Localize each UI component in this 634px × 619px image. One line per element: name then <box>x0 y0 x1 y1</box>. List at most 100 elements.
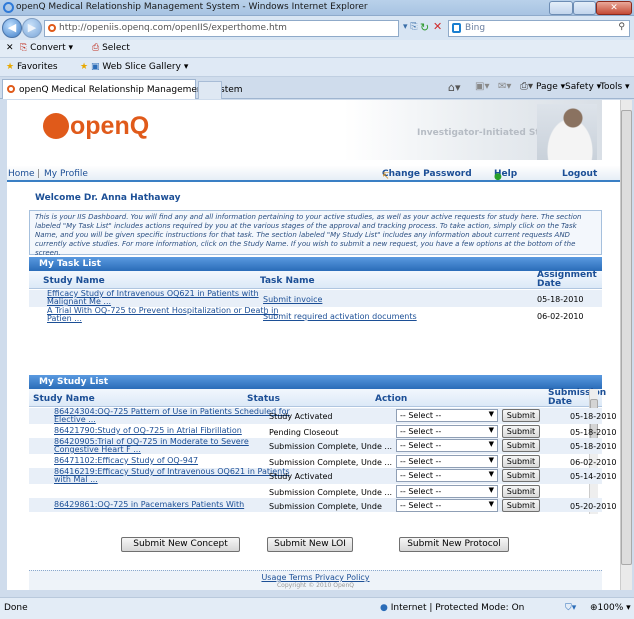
window-titlebar: openQ Medical Relationship Management Sy… <box>0 0 634 16</box>
favorites-label: Favorites <box>16 62 58 72</box>
action-submit-button[interactable]: Submit <box>502 455 540 468</box>
new-tab-button[interactable] <box>198 81 222 99</box>
feeds-icon[interactable]: ▣▾ <box>475 81 489 92</box>
study-link[interactable]: 86416219:Efficacy Study of Intravenous O… <box>54 468 290 484</box>
task-study-link[interactable]: A Trial With OQ-725 to Prevent Hospitali… <box>47 307 278 323</box>
study-l2: Elective ... <box>54 415 96 424</box>
select-button[interactable]: ⎙ Select <box>92 43 130 53</box>
task-row: Efficacy Study of Intravenous OQ621 in P… <box>29 290 602 307</box>
task-list-columns: Study Name Task Name Assignment Date <box>29 271 602 289</box>
study-link[interactable]: 86421790:Study of OQ-725 in Atrial Fibri… <box>54 427 242 435</box>
openq-logo[interactable]: openQ <box>43 112 149 141</box>
study-row: 86421790:Study of OQ-725 in Atrial Fibri… <box>29 424 617 438</box>
action-select[interactable]: -- Select -- ▼ <box>396 469 498 482</box>
action-submit-button[interactable]: Submit <box>502 499 540 512</box>
print-icon[interactable]: ⎙▾ <box>520 81 533 92</box>
change-password-label: Change Password <box>382 169 472 179</box>
action-select-label: -- Select -- <box>400 487 442 496</box>
study-link[interactable]: 86429861:OQ-725 in Pacemakers Patients W… <box>54 501 244 509</box>
favorites-button[interactable]: ★ Favorites <box>6 62 58 72</box>
nav-profile[interactable]: My Profile <box>44 169 88 179</box>
action-select[interactable]: -- Select -- ▼ <box>396 409 498 422</box>
close-button[interactable]: ✕ <box>596 1 632 15</box>
web-slice-icon: ▣ <box>90 62 100 72</box>
submit-new-concept-button[interactable]: Submit New Concept <box>121 537 240 552</box>
study-link[interactable]: 86471102:Efficacy Study of OQ-947 <box>54 457 198 465</box>
mail-icon[interactable]: ✉▾ <box>498 81 511 92</box>
study-date: 05-14-2010 <box>570 472 617 481</box>
chevron-down-icon: ▼ <box>488 500 494 508</box>
action-submit-button[interactable]: Submit <box>502 425 540 438</box>
minimize-button[interactable] <box>549 1 573 15</box>
home-icon[interactable]: ⌂▾ <box>448 81 461 94</box>
nav-home[interactable]: Home <box>8 169 35 179</box>
study-status: Submission Complete, Unde ... <box>269 442 393 451</box>
search-icon[interactable]: ⚲ <box>618 22 625 32</box>
study-link[interactable]: 86424304:OQ-725 Pattern of Use in Patien… <box>54 408 290 424</box>
action-select[interactable]: -- Select -- ▼ <box>396 439 498 452</box>
action-select[interactable]: -- Select -- ▼ <box>396 455 498 468</box>
convert-button[interactable]: ⎘ Convert ▾ <box>20 43 73 53</box>
url-text: http://openiis.openq.com/openIIS/experth… <box>59 23 287 33</box>
footer-links[interactable]: Usage Terms Privacy Policy <box>29 573 602 582</box>
protected-mode-icon[interactable]: ⛉▾ <box>565 603 576 613</box>
forward-button[interactable]: ▶ <box>22 18 42 38</box>
nav-separator: | <box>37 169 41 179</box>
url-input[interactable]: http://openiis.openq.com/openIIS/experth… <box>44 20 399 37</box>
task-study-link[interactable]: Efficacy Study of Intravenous OQ621 in P… <box>47 290 259 306</box>
action-submit-button[interactable]: Submit <box>502 439 540 452</box>
zoom-icon: ⊕ <box>590 603 598 613</box>
action-select[interactable]: -- Select -- ▼ <box>396 425 498 438</box>
refresh-icon[interactable]: ↻ <box>420 21 429 34</box>
study-status: Submission Complete, Unde ... <box>269 488 393 497</box>
col-status: Status <box>247 394 280 404</box>
submit-new-loi-button[interactable]: Submit New LOI <box>267 537 353 552</box>
tab-active[interactable]: openQ Medical Relationship Management Sy… <box>2 79 243 99</box>
change-password-link[interactable]: ↸ Change Password <box>382 169 472 182</box>
action-submit-button[interactable]: Submit <box>502 469 540 482</box>
logout-link[interactable]: Logout <box>562 169 597 179</box>
page-menu[interactable]: Page ▾ <box>536 82 565 92</box>
action-submit-button[interactable]: Submit <box>502 485 540 498</box>
back-button[interactable]: ◀ <box>2 18 22 38</box>
page-scroll-thumb[interactable] <box>621 110 632 565</box>
study-list-header: My Study List <box>29 375 602 389</box>
stop-icon[interactable]: ✕ <box>433 20 442 33</box>
status-bar: Done ● Internet | Protected Mode: On ⛉▾ … <box>0 597 634 619</box>
col-action: Action <box>375 394 408 404</box>
tab-bar: openQ Medical Relationship Management Sy… <box>0 77 634 99</box>
task-link[interactable]: Submit required activation documents <box>263 312 417 321</box>
zone-info[interactable]: ● Internet | Protected Mode: On <box>380 603 524 613</box>
footer-copyright: Copyright © 2010 OpenQ <box>276 582 355 589</box>
action-select[interactable]: -- Select -- ▼ <box>396 499 498 512</box>
safety-menu[interactable]: Safety ▾ <box>565 82 601 92</box>
close-toolbar-icon[interactable]: ✕ <box>6 43 14 53</box>
ie-logo-icon <box>3 2 14 13</box>
web-slice-gallery-link[interactable]: ★ ▣ Web Slice Gallery ▾ <box>80 62 188 72</box>
page-scrollbar[interactable] <box>620 100 632 590</box>
page-viewport: openQ Investigator-Initiated Study Home … <box>7 100 620 590</box>
chevron-down-icon: ▼ <box>488 410 494 418</box>
search-input[interactable]: Bing ⚲ <box>448 20 630 37</box>
study-date: 05-20-2010 <box>570 502 617 511</box>
study-row: 86424304:OQ-725 Pattern of Use in Patien… <box>29 408 617 424</box>
help-icon: ● <box>494 172 502 182</box>
study-status: Pending Closeout <box>269 428 339 437</box>
compat-icon[interactable]: ▾ ⎘ <box>403 22 418 32</box>
study-link[interactable]: 86420905:Trial of OQ-725 in Moderate to … <box>54 438 249 454</box>
action-submit-button[interactable]: Submit <box>502 409 540 422</box>
search-placeholder: Bing <box>465 23 486 33</box>
task-link[interactable]: Submit invoice <box>263 295 322 304</box>
study-l2: with Mal ... <box>54 475 98 484</box>
study-l1: 86421790:Study of OQ-725 in Atrial Fibri… <box>54 426 242 435</box>
zoom-control[interactable]: ⊕100% ▾ <box>590 603 631 613</box>
help-link[interactable]: ● Help <box>494 169 517 182</box>
maximize-button[interactable] <box>573 1 596 15</box>
footer: Usage Terms Privacy Policy Copyright © 2… <box>29 570 602 590</box>
page-icon <box>48 24 56 32</box>
submit-new-protocol-button[interactable]: Submit New Protocol <box>399 537 509 552</box>
action-select[interactable]: -- Select -- ▼ <box>396 485 498 498</box>
tools-menu[interactable]: Tools ▾ <box>600 82 632 92</box>
bing-icon <box>452 23 461 33</box>
study-l1: 86429861:OQ-725 in Pacemakers Patients W… <box>54 500 245 509</box>
